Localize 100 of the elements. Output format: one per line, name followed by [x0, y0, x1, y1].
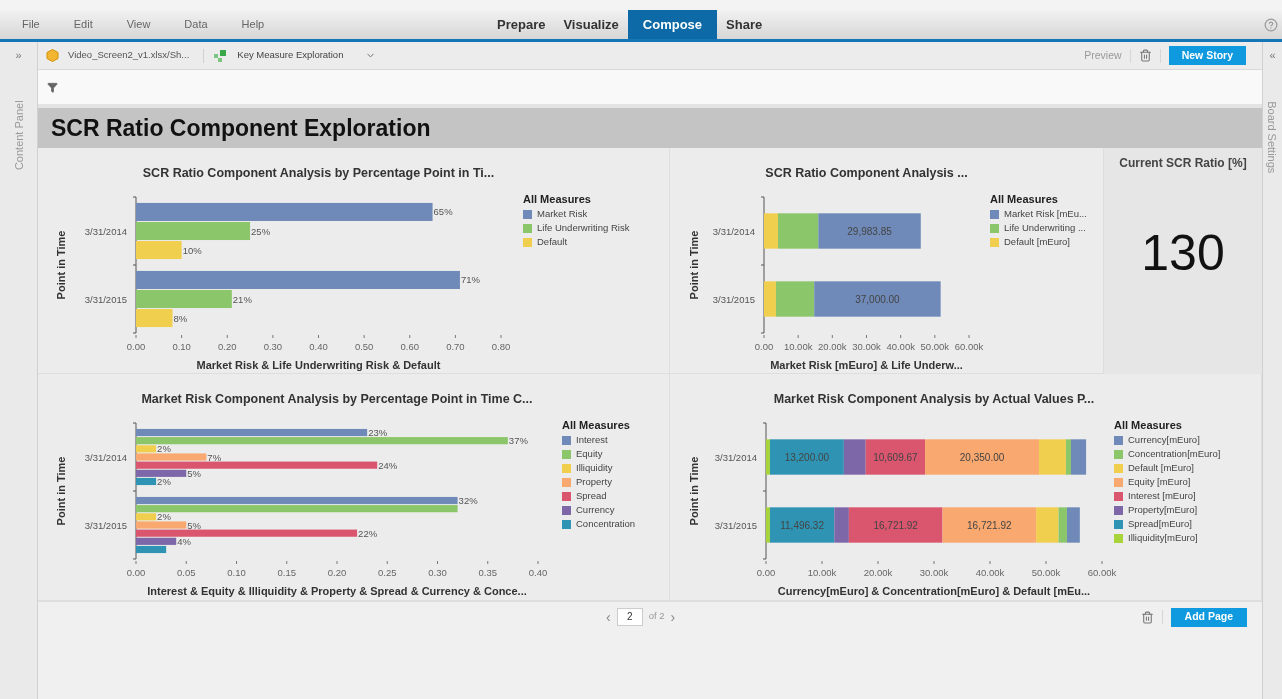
tick-label: 50.00k	[1031, 567, 1061, 578]
perspective-tab[interactable]: Compose	[627, 10, 718, 39]
tick-label: 0.40	[528, 567, 548, 578]
tick-label: 0.00	[754, 340, 774, 352]
menu-item[interactable]: Help	[241, 16, 265, 33]
legend-title: All Measures	[523, 191, 592, 207]
value-label: 13,200.00	[784, 451, 830, 463]
menu-item[interactable]: Data	[184, 16, 208, 33]
menu-item[interactable]: View	[126, 16, 151, 33]
filter-icon[interactable]	[47, 81, 58, 93]
value-label: 5%	[187, 467, 201, 479]
expand-panel-button[interactable]: »	[15, 50, 22, 61]
tick-label: 0.20	[218, 340, 237, 352]
chart-title: SCR Ratio Component Analysis by Percentage Point in Ti...	[141, 165, 496, 182]
preview-button[interactable]: Preview	[1084, 47, 1122, 64]
next-page-button[interactable]: ›	[670, 609, 676, 624]
axis-title: Interest & Equity & Illiquidity & Property & Spread & Currency & Conce...	[146, 584, 528, 599]
legend-label: Market Risk	[537, 207, 588, 222]
tick-label: 0.30	[428, 567, 447, 578]
category-label: 3/31/2014	[714, 451, 757, 463]
value-label: 20,350.00	[959, 451, 1005, 463]
add-page-button[interactable]: Add Page	[1170, 607, 1247, 627]
page-number-field[interactable]: 2	[616, 607, 643, 626]
chart-title: Market Risk Component Analysis by Percentage Point in Time C...	[140, 391, 534, 409]
legend-title: All Measures	[562, 418, 631, 433]
help-icon[interactable]	[1264, 18, 1278, 32]
perspective-tab[interactable]: Share	[717, 10, 772, 39]
legend-label: Illiquidity[mEuro]	[1128, 531, 1198, 546]
legend-label: Interest [mEuro]	[1128, 489, 1196, 504]
tick-label: 40.00k	[886, 340, 915, 352]
legend-label: Concentration	[576, 517, 636, 532]
menu-item[interactable]: Edit	[73, 16, 93, 33]
perspective-tab[interactable]: Prepare	[488, 10, 555, 39]
tick-label: 0.70	[446, 340, 465, 352]
collapse-panel-button[interactable]: «	[1269, 50, 1276, 61]
value-label: 29,983.85	[847, 225, 892, 237]
tick-label: 40.00k	[975, 567, 1005, 578]
kpi-title: Current SCR Ratio [%]	[1119, 155, 1247, 172]
value-label: 71%	[460, 274, 480, 286]
category-label: 3/31/2015	[712, 293, 755, 305]
tick-label: 0.20	[327, 567, 347, 578]
tick-label: 0.60	[400, 340, 419, 352]
tick-label: 0.00	[126, 567, 146, 578]
legend-label: Equity [mEuro]	[1128, 475, 1191, 490]
perspective-tab[interactable]: Visualize	[554, 10, 628, 39]
legend-title: All Measures	[990, 191, 1059, 207]
new-story-button[interactable]: New Story	[1168, 46, 1246, 65]
legend-label: Default [mEuro]	[1004, 235, 1070, 250]
legend-label: Property	[576, 475, 612, 490]
value-label: 10,609.67	[873, 451, 918, 463]
value-label: 37%	[508, 435, 528, 447]
story-icon	[213, 48, 228, 63]
legend-title: All Measures	[1114, 418, 1183, 433]
tick-label: 0.15	[277, 567, 296, 578]
value-label: 11,496.32	[780, 519, 824, 531]
value-label: 23%	[368, 427, 388, 438]
tick-label: 60.00k	[1087, 567, 1117, 578]
tick-label: 0.50	[354, 340, 374, 352]
dataset-name[interactable]: Video_Screen2_v1.xlsx/Sh...	[68, 48, 190, 63]
tick-label: 60.00k	[954, 340, 984, 352]
tick-label: 20.00k	[818, 340, 847, 352]
category-label: 3/31/2015	[714, 519, 757, 531]
value-label: 22%	[358, 527, 378, 539]
axis-title: Point in Time	[688, 456, 700, 526]
delete-icon[interactable]	[1140, 610, 1154, 624]
value-label: 65%	[433, 206, 453, 218]
value-label: 2%	[157, 476, 171, 487]
value-label: 37,000.00	[855, 293, 900, 305]
axis-title: Market Risk & Life Underwriting Risk & Default	[195, 357, 442, 373]
tick-label: 0.40	[309, 340, 328, 352]
tick-label: 30.00k	[852, 340, 881, 352]
category-label: 3/31/2015	[84, 519, 127, 531]
value-label: 2%	[157, 511, 171, 523]
value-label: 25%	[251, 225, 271, 237]
board-title: SCR Ratio Component Exploration	[51, 113, 431, 143]
value-label: 16,721.92	[967, 519, 1012, 531]
delete-icon[interactable]	[1138, 49, 1152, 62]
tick-label: 20.00k	[863, 567, 893, 578]
legend-label: Concentration[mEuro]	[1128, 447, 1221, 462]
legend-label: Property[mEuro]	[1128, 503, 1198, 518]
previous-page-button[interactable]: ‹	[606, 609, 611, 624]
legend-label: Default	[537, 235, 568, 250]
category-label: 3/31/2015	[84, 293, 127, 305]
category-label: 3/31/2014	[712, 225, 755, 237]
cube-icon	[46, 49, 59, 62]
panel-label[interactable]: Board Settings	[1264, 100, 1281, 174]
panel-label[interactable]: Content Panel	[10, 100, 27, 170]
story-name[interactable]: Key Measure Exploration	[237, 48, 344, 63]
bar	[136, 545, 167, 554]
legend-label: Currency[mEuro]	[1128, 433, 1200, 448]
menu-item[interactable]: File	[22, 16, 40, 33]
value-label: 4%	[177, 535, 191, 547]
legend-label: Illiquidity	[576, 461, 613, 476]
kpi-value: 130	[1141, 228, 1225, 278]
category-label: 3/31/2014	[84, 225, 127, 237]
tick-label: 0.05	[177, 567, 196, 578]
tick-label: 0.80	[491, 340, 511, 352]
tick-label: 0.00	[756, 567, 776, 578]
value-label: 24%	[378, 459, 398, 471]
axis-title: Currency[mEuro] & Concentration[mEuro] & Default [mEu...	[776, 584, 1092, 599]
